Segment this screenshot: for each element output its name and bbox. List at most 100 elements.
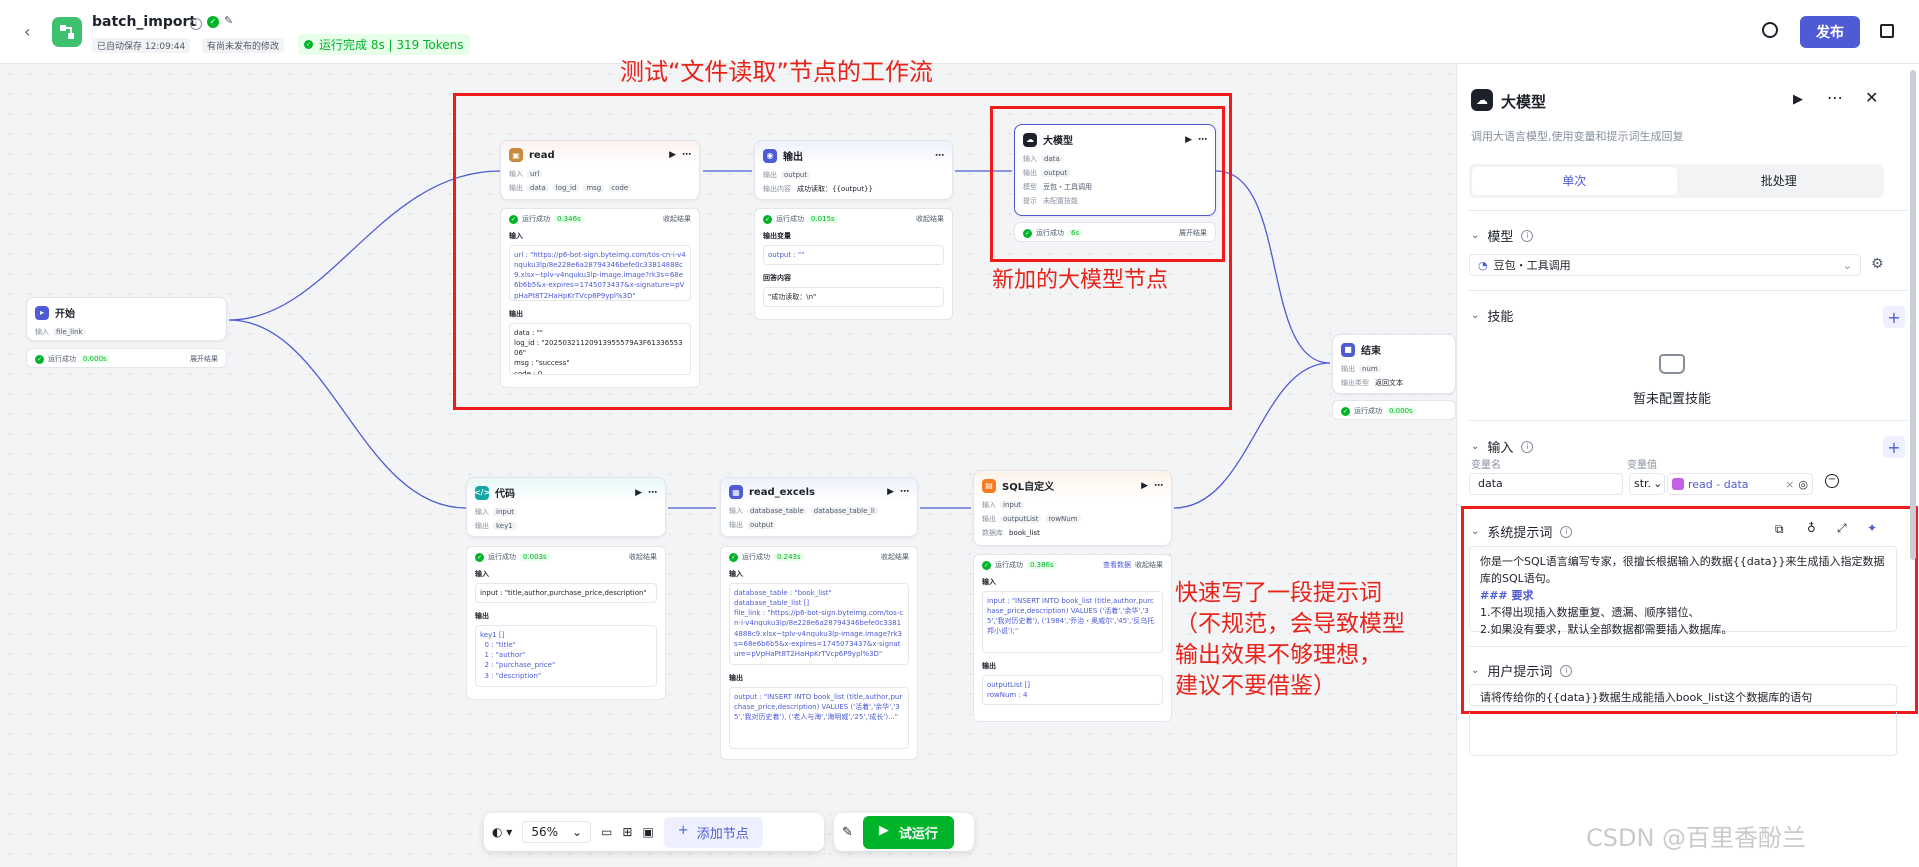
add-skill-button[interactable]: + [1883,306,1905,328]
model-select[interactable]: ◔ 豆包・工具调用 ⌄ [1469,254,1861,276]
annotation-title: 测试“文件读取”节点的工作流 [620,58,933,86]
var-ref-select[interactable]: read - data × ◎ [1667,473,1813,495]
plus-icon: + [677,822,689,838]
section-model[interactable]: ⌄ 模型 i [1471,226,1534,245]
run-node-icon[interactable]: ▶ [635,488,642,498]
chevron-down-icon: ⌄ [571,825,583,839]
section-system-prompt[interactable]: ⌄ 系统提示词 i [1471,522,1573,541]
code-result: ✓ 运行成功 0.003s 收起结果 输入 input : "title,author… [466,546,666,700]
annotation-prompt-note: 快速写了一段提示词 （不规范，会导致模型 输出效果不够理想， 建议不要借鉴） [1175,580,1405,700]
annotation-new-node: 新加的大模型节点 [992,268,1169,293]
info-icon: i [1560,664,1573,677]
check-circle-icon: ✓ [982,560,991,570]
close-icon[interactable]: ✕ [1865,88,1878,107]
bulb-icon[interactable]: ♁ [1807,521,1816,535]
check-circle-icon: ✓ [729,552,738,562]
play-icon: ▶ [878,822,889,838]
user-prompt-editor[interactable]: 请将传给你的{{data}}数据生成能插入book_list这个数据库的语句 [1469,684,1897,706]
chevron-down-icon: ⌄ [1471,665,1480,676]
history-icon[interactable] [1762,22,1778,38]
node-start[interactable]: ▸ 开始 输入 file_link [26,297,227,341]
collapse-result-link[interactable]: 收起结果 [1135,560,1163,570]
node-end[interactable]: ■ 结束 输出 num 输出类型 返回文本 [1332,334,1456,394]
section-input[interactable]: ⌄ 输入 i [1471,437,1534,456]
node-code[interactable]: </> 代码 ▶ ⋯ 输入 input 输出 key1 [466,477,666,537]
layout-icon[interactable]: ⊞ [622,825,632,839]
node-sql[interactable]: ▤ SQL自定义 ▶ ⋯ 输入 input 输出 outputList rowNum 数据库… [973,470,1172,546]
divider [1469,646,1907,647]
remove-var-icon[interactable]: − [1825,474,1839,488]
doubao-icon: ◔ [1478,258,1488,272]
start-icon: ▸ [35,305,49,320]
watermark: CSDN @百里香酚兰 [1586,824,1807,852]
prompt-heading: ### 要求 [1480,589,1534,603]
divider [1469,290,1907,291]
run-node-icon[interactable]: ▶ [1141,481,1148,491]
plugin-icon [1672,478,1684,490]
user-prompt-box-extra [1469,712,1897,756]
settings-icon[interactable]: ⚙ [1871,256,1884,272]
minimap-icon[interactable]: ▣ [642,825,653,839]
end-icon: ■ [1341,342,1355,357]
skills-empty-text: 暂未配置技能 [1633,392,1712,407]
section-skills[interactable]: ⌄ 技能 [1471,306,1513,325]
mouse-icon[interactable]: ◐ ▾ [492,825,512,839]
panel-subtitle: 调用大语言模型,使用变量和提示词生成回复 [1471,130,1684,143]
prompt-line: 你是一个SQL语言编写专家，很擅长根据输入的数据{{data}}来生成插入指定数… [1480,555,1885,586]
check-circle-icon: ✓ [1341,406,1350,416]
clear-icon[interactable]: × [1785,478,1794,491]
plugin-icon: ▦ [729,485,743,499]
view-data-link[interactable]: 查看数据 [1103,560,1131,570]
tab-batch[interactable]: 批处理 [1677,167,1882,195]
test-run-button[interactable]: ▶ 试运行 [862,815,954,849]
llm-config-panel: ☁ 大模型 ▶ ⋯ ✕ 调用大语言模型,使用变量和提示词生成回复 单次 批处理 … [1456,64,1919,867]
debug-icon[interactable]: ✎ [842,825,853,840]
check-circle-icon: ✓ [475,552,484,562]
more-icon[interactable]: ⋯ [1827,88,1843,107]
expand-icon[interactable]: ⤢ [1837,521,1847,536]
info-icon: i [1521,440,1534,453]
chevron-down-icon: ⌄ [1471,526,1480,537]
chevron-down-icon: ⌄ [1842,258,1852,272]
database-icon: ▤ [982,478,996,493]
skills-empty-icon [1659,354,1685,374]
add-input-button[interactable]: + [1883,436,1905,458]
collapse-result-link[interactable]: 收起结果 [629,552,657,562]
info-icon: i [1560,525,1573,538]
more-icon[interactable]: ⋯ [1154,481,1163,491]
library-icon[interactable]: ⧉ [1775,522,1784,537]
start-result: ✓ 运行成功 0.000s 展开结果 [26,348,227,368]
run-node-icon[interactable]: ▶ [1793,92,1803,107]
read-excels-result: ✓ 运行成功 0.243s 收起结果 输入 database_table : "boo… [720,546,918,760]
tab-single[interactable]: 单次 [1472,167,1677,195]
node-read-excels[interactable]: ▦ read_excels ▶ ⋯ 输入 database_table database_… [720,477,918,537]
var-name-input[interactable]: data [1469,473,1623,495]
more-icon[interactable]: ⋯ [900,487,909,497]
run-toolbar: ✎ ▶ 试运行 [834,813,974,851]
zoom-select[interactable]: 56% ⌄ [522,821,592,843]
collapse-result-link[interactable]: 收起结果 [881,552,909,562]
highlight-box-llm-node [990,106,1225,262]
canvas-toolbar: ◐ ▾ 56% ⌄ ▭ ⊞ ▣ + 添加节点 [484,813,824,851]
comment-icon[interactable]: ▭ [601,825,612,839]
tab-bar: 单次 批处理 [1469,164,1884,198]
more-icon[interactable]: ⋯ [648,488,657,498]
run-node-icon[interactable]: ▶ [887,487,894,497]
expand-result-link[interactable]: 展开结果 [190,354,218,364]
section-user-prompt[interactable]: ⌄ 用户提示词 i [1471,661,1573,680]
code-icon: </> [474,485,490,500]
add-node-button[interactable]: + 添加节点 [663,816,763,848]
scrollbar[interactable] [1910,70,1916,560]
divider [1469,210,1907,211]
var-type-select[interactable]: str. ⌄ [1629,473,1665,495]
sql-result: ✓ 运行成功 0.386s 查看数据 收起结果 输入 input : "INSERT I… [973,554,1172,722]
copy-icon[interactable] [1880,24,1894,38]
target-icon[interactable]: ◎ [1798,478,1808,491]
panel-icon: ☁ [1471,89,1493,111]
system-prompt-editor[interactable]: 你是一个SQL语言编写专家，很擅长根据输入的数据{{data}}来生成插入指定数… [1469,546,1897,636]
publish-button[interactable]: 发布 [1800,16,1860,48]
ai-optimize-icon[interactable]: ✦ [1867,521,1877,535]
end-result: ✓ 运行成功 0.000s [1332,400,1456,420]
chevron-down-icon: ⌄ [1471,441,1480,452]
chevron-down-icon: ⌄ [1653,477,1663,490]
